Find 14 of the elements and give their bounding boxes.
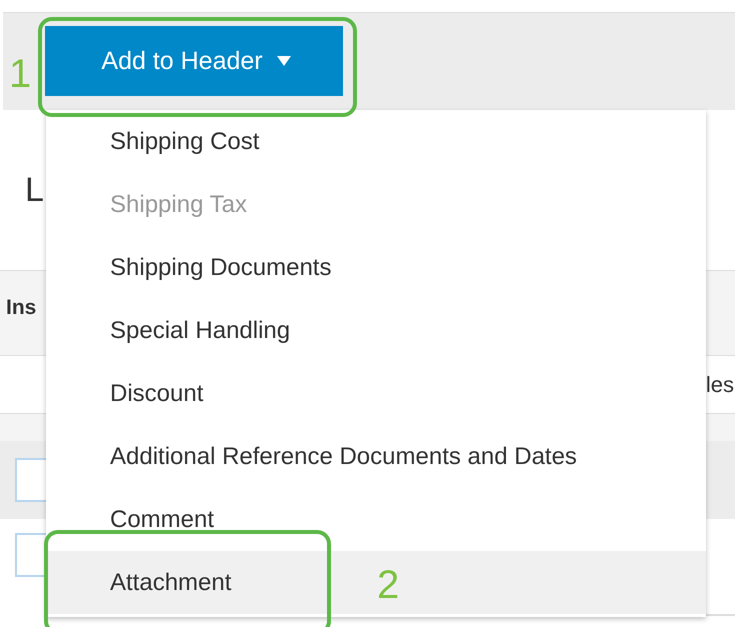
menu-item[interactable]: Special Handling [46, 299, 706, 362]
field-text: les [706, 372, 734, 398]
menu-item[interactable]: Comment [46, 488, 706, 551]
page-heading: L [25, 170, 44, 210]
menu-item[interactable]: Additional Reference Documents and Dates [46, 425, 706, 488]
step-number: 2 [377, 565, 400, 605]
menu-item: Shipping Tax [109, 190, 248, 220]
menu-item[interactable]: Discount [46, 362, 706, 425]
add-to-header-button[interactable]: Add to Header [45, 26, 343, 96]
menu-item[interactable]: Shipping Documents [46, 236, 706, 299]
column-header: Ins [6, 296, 36, 320]
step-number: 1 [9, 54, 32, 94]
caret-icon [276, 56, 291, 66]
menu-item[interactable]: Shipping Cost [46, 110, 706, 173]
